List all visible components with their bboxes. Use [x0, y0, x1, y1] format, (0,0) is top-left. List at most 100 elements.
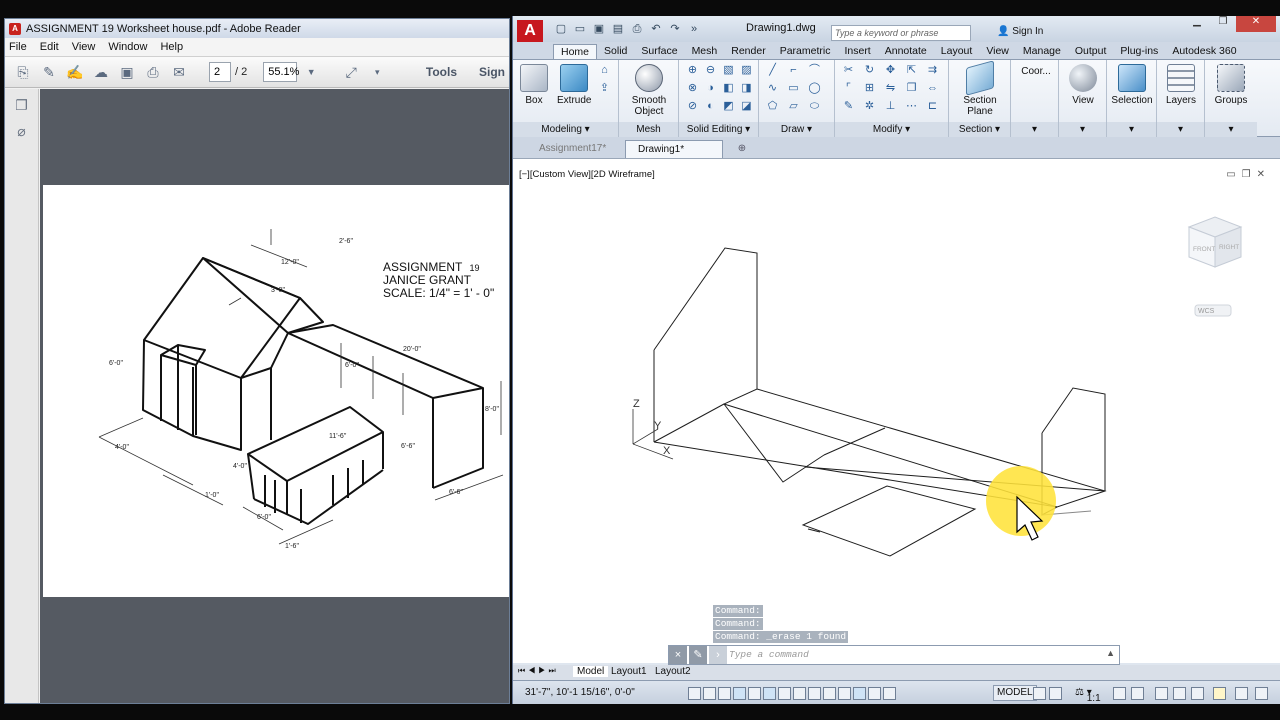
tab-insert[interactable]: Insert — [837, 44, 877, 59]
email-icon[interactable]: ✉ — [169, 62, 189, 82]
menu-edit[interactable]: Edit — [40, 41, 59, 53]
save-icon[interactable]: ▣ — [117, 62, 137, 82]
tab-home[interactable]: Home — [553, 44, 598, 59]
menu-file[interactable]: File — [9, 41, 27, 53]
tab-layout[interactable]: Layout — [934, 44, 980, 59]
fit-page-icon[interactable]: ⤢ — [341, 62, 361, 82]
smooth-object-button[interactable]: Smooth Object — [623, 64, 675, 117]
tab-manage[interactable]: Manage — [1016, 44, 1068, 59]
lightbulb-icon[interactable] — [1213, 687, 1226, 700]
explode-icon[interactable]: ✲ — [862, 99, 877, 114]
copy-icon[interactable]: ❐ — [904, 81, 919, 96]
status-menu-icon[interactable] — [1235, 687, 1248, 700]
presspull-icon[interactable]: ⇪ — [597, 81, 612, 96]
3d-object-snap-icon[interactable] — [778, 687, 791, 700]
lock-ui-icon[interactable] — [1155, 687, 1168, 700]
quick-view-layouts-icon[interactable] — [1033, 687, 1046, 700]
tab-layout1[interactable]: Layout1 — [611, 666, 647, 677]
tab-annotate[interactable]: Annotate — [878, 44, 934, 59]
undo-icon[interactable]: ↶ — [648, 21, 664, 37]
print-icon[interactable]: ⎙ — [629, 21, 645, 37]
fillet-icon[interactable]: ⌜ — [841, 81, 856, 96]
menu-view[interactable]: View — [72, 41, 96, 53]
help-search-input[interactable]: Type a keyword or phrase — [831, 25, 971, 41]
polar-tracking-icon[interactable] — [748, 687, 761, 700]
transparency-icon[interactable] — [853, 687, 866, 700]
move-icon[interactable]: ✥ — [883, 63, 898, 78]
polyline-icon[interactable]: ⌐ — [786, 63, 801, 78]
groups-button[interactable]: Groups — [1211, 64, 1251, 106]
rectangle-icon[interactable]: ▭ — [786, 81, 801, 96]
imprint-icon[interactable]: ◩ — [721, 99, 736, 114]
layers-panel-expander[interactable]: ▾ — [1157, 122, 1204, 138]
edit-pdf-icon[interactable]: ✎ — [39, 62, 59, 82]
erase-icon[interactable]: ✎ — [841, 99, 856, 114]
command-history-toggle-icon[interactable]: ▲ — [1106, 648, 1115, 658]
hardware-acceleration-icon[interactable] — [1173, 687, 1186, 700]
polysolid-icon[interactable]: ⌂ — [597, 63, 612, 78]
groups-panel-expander[interactable]: ▾ — [1205, 122, 1257, 138]
mesh-panel-title[interactable]: Mesh — [619, 122, 678, 138]
selection-panel-expander[interactable]: ▾ — [1107, 122, 1156, 138]
modeling-panel-title[interactable]: Modeling ▾ — [513, 122, 618, 138]
page-number-input[interactable]: 2 — [209, 62, 231, 82]
draw-panel-title[interactable]: Draw ▾ — [759, 122, 834, 138]
lineweight-icon[interactable] — [838, 687, 851, 700]
tab-output[interactable]: Output — [1068, 44, 1114, 59]
object-snap-tracking-icon[interactable] — [793, 687, 806, 700]
union-icon[interactable]: ⊕ — [685, 63, 700, 78]
cloud-upload-icon[interactable]: ☁ — [91, 62, 111, 82]
dynamic-input-icon[interactable] — [823, 687, 836, 700]
ucs-toggle-icon[interactable] — [808, 687, 821, 700]
tab-render[interactable]: Render — [724, 44, 772, 59]
stretch-icon[interactable]: ⇔ — [925, 81, 940, 96]
reader-titlebar[interactable]: A ASSIGNMENT 19 Worksheet house.pdf - Ad… — [5, 19, 509, 38]
grid-display-icon[interactable] — [718, 687, 731, 700]
annotation-visibility-icon[interactable] — [1113, 687, 1126, 700]
isolate-objects-icon[interactable] — [1191, 687, 1204, 700]
spline-icon[interactable]: ∿ — [765, 81, 780, 96]
new-tab-icon[interactable]: ⊕ — [731, 140, 753, 158]
shell-icon[interactable]: ◨ — [739, 81, 754, 96]
selection-cycling-icon[interactable] — [883, 687, 896, 700]
viewcube[interactable]: FRONT RIGHT WCS — [1187, 216, 1243, 317]
tab-model[interactable]: Model — [573, 666, 609, 677]
layers-button[interactable]: Layers — [1163, 64, 1199, 106]
subtract-icon[interactable]: ⊖ — [703, 63, 718, 78]
slice-icon[interactable]: ◑ — [703, 81, 718, 96]
thicken-icon[interactable]: ◐ — [703, 99, 718, 114]
minimize-icon[interactable]: ▁ — [1184, 16, 1210, 32]
tab-mesh[interactable]: Mesh — [685, 44, 725, 59]
toolbar-more-icon[interactable]: ▾ — [367, 62, 387, 82]
view-panel-expander[interactable]: ▾ — [1059, 122, 1106, 138]
view-button[interactable]: View — [1065, 64, 1101, 106]
maximize-icon[interactable]: ❐ — [1210, 16, 1236, 32]
sign-button[interactable]: Sign — [479, 65, 505, 79]
file-tab-drawing1[interactable]: Drawing1* × — [625, 140, 723, 172]
zoom-dropdown-icon[interactable]: ▼ — [301, 62, 321, 82]
menu-window[interactable]: Window — [108, 41, 147, 53]
modify-panel-title[interactable]: Modify ▾ — [835, 122, 948, 138]
array-icon[interactable]: ⊞ — [862, 81, 877, 96]
object-snap-icon[interactable] — [763, 687, 776, 700]
section-panel-title[interactable]: Section ▾ — [949, 122, 1010, 138]
extrude-faces-icon[interactable]: ◧ — [721, 81, 736, 96]
polygon-icon[interactable]: ⬠ — [765, 99, 780, 114]
command-input[interactable]: Type a command — [729, 649, 809, 660]
join-icon[interactable]: ⊏ — [925, 99, 940, 114]
cursor-coordinates[interactable]: 31'-7", 10'-1 15/16", 0'-0" — [525, 687, 635, 698]
pages-icon[interactable]: ❐ — [13, 97, 31, 115]
ortho-mode-icon[interactable] — [733, 687, 746, 700]
annotation-scale[interactable]: ⚖ 1:1 ▾ — [1075, 687, 1101, 704]
extract-edges-icon[interactable]: ▧ — [721, 63, 736, 78]
quick-properties-icon[interactable] — [868, 687, 881, 700]
zoom-input[interactable]: 55.1% — [263, 62, 299, 82]
solid-editing-panel-title[interactable]: Solid Editing ▾ — [679, 122, 758, 138]
scale-icon[interactable]: ⇱ — [904, 63, 919, 78]
workspace-switching-icon[interactable] — [1131, 687, 1144, 700]
region-icon[interactable]: ▱ — [786, 99, 801, 114]
tab-solid[interactable]: Solid — [597, 44, 634, 59]
line-icon[interactable]: ╱ — [765, 63, 780, 78]
interfere-icon[interactable]: ⊘ — [685, 99, 700, 114]
clean-screen-icon[interactable] — [1255, 687, 1268, 700]
